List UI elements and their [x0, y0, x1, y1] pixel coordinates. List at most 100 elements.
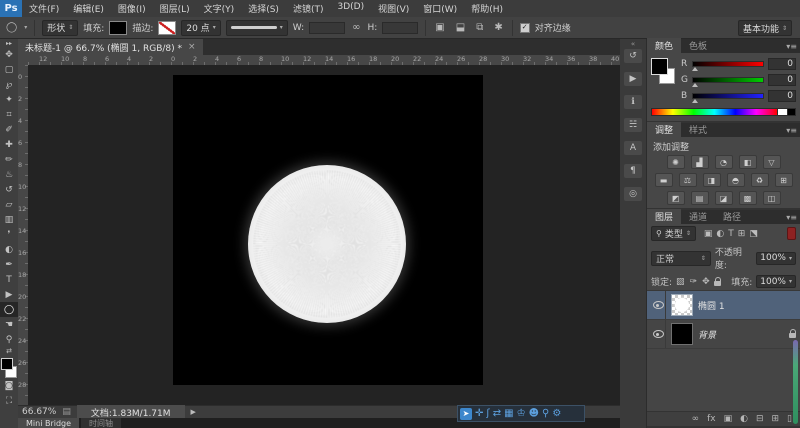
hand-tool[interactable]: ☚: [0, 317, 18, 332]
swap-colors-icon[interactable]: ⇄: [6, 347, 12, 355]
menu-item-7[interactable]: 3D(D): [330, 2, 371, 15]
expand-dock-icon[interactable]: «: [631, 40, 635, 48]
badge-icon[interactable]: ♔: [517, 408, 526, 419]
link-dimensions-icon[interactable]: ∞: [350, 22, 362, 33]
black-chip[interactable]: [788, 108, 796, 116]
menu-item-3[interactable]: 图层(L): [153, 2, 197, 15]
layer-style-icon[interactable]: fx: [707, 414, 716, 424]
filter-smart-objects-icon[interactable]: ⬔: [749, 229, 758, 239]
user-icon[interactable]: ☻: [529, 408, 539, 419]
path-operations-icon[interactable]: ▣: [433, 22, 446, 33]
tab-timeline[interactable]: 时间轴: [81, 418, 122, 428]
channel-value[interactable]: 0: [768, 58, 796, 70]
paragraph-panel-icon[interactable]: ¶: [624, 164, 642, 178]
hue-saturation-icon[interactable]: ▬: [654, 173, 673, 187]
layer-row[interactable]: 椭圆 1: [647, 291, 800, 320]
photo-filter-icon[interactable]: ◓: [726, 173, 745, 187]
menu-item-2[interactable]: 图像(I): [111, 2, 153, 15]
screen-mode-icon[interactable]: ⛶: [0, 393, 18, 408]
layer-thumbnail[interactable]: [671, 294, 693, 316]
close-icon[interactable]: ×: [188, 42, 196, 52]
path-alignment-icon[interactable]: ⬓: [454, 22, 467, 33]
history-panel-icon[interactable]: ↺: [624, 49, 642, 63]
slider-thumb[interactable]: [692, 67, 698, 71]
align-edges-checkbox[interactable]: ✓: [519, 22, 530, 33]
vibrance-icon[interactable]: ▽: [762, 155, 781, 169]
filter-kind-select[interactable]: ⚲ 类型 ⇕: [651, 226, 696, 241]
ps-logo[interactable]: Ps: [0, 0, 22, 17]
canvas[interactable]: [173, 75, 483, 385]
canvas-viewport[interactable]: [28, 65, 620, 407]
quick-selection-tool[interactable]: ✦: [0, 92, 18, 107]
link-layers-icon[interactable]: ∞: [692, 414, 700, 424]
tool-preset-arrow-icon[interactable]: ▾: [24, 24, 27, 31]
blur-tool[interactable]: ❜: [0, 227, 18, 242]
path-selection-tool[interactable]: ▶: [0, 287, 18, 302]
tab-adjustments[interactable]: 调整: [647, 122, 682, 137]
levels-icon[interactable]: ▟: [690, 155, 709, 169]
tab-paths[interactable]: 路径: [715, 209, 749, 224]
panel-menu-icon[interactable]: ▾≡: [786, 126, 797, 135]
layer-mask-icon[interactable]: ▣: [724, 414, 733, 424]
color-balance-icon[interactable]: ⚖: [678, 173, 697, 187]
history-brush-tool[interactable]: ↺: [0, 182, 18, 197]
tab-layers[interactable]: 图层: [647, 209, 682, 224]
threshold-icon[interactable]: ◪: [714, 191, 733, 205]
info-panel-icon[interactable]: ℹ: [624, 95, 642, 109]
curves-icon[interactable]: ◔: [714, 155, 733, 169]
menu-item-0[interactable]: 文件(F): [22, 2, 66, 15]
fill-input[interactable]: 100% ▾: [756, 275, 796, 288]
channel-value[interactable]: 0: [768, 90, 796, 102]
pen-tool[interactable]: ✒: [0, 257, 18, 272]
white-chip[interactable]: [778, 108, 788, 116]
channel-slider-r[interactable]: [692, 61, 764, 71]
color-spectrum-bar[interactable]: [651, 108, 778, 116]
settings-icon[interactable]: ⚙: [552, 408, 561, 419]
filter-shape-layers-icon[interactable]: ⊞: [738, 229, 746, 239]
document-tab[interactable]: 未标题-1 @ 66.7% (椭圆 1, RGB/8) * ×: [18, 39, 203, 55]
toolbar-collapse-handle[interactable]: ▸▸: [0, 39, 18, 47]
selective-color-icon[interactable]: ◫: [762, 191, 781, 205]
lock-pixels-icon[interactable]: ✑: [690, 277, 698, 287]
workspace-switcher[interactable]: 基本功能 ⇕: [737, 20, 792, 36]
quick-mask-icon[interactable]: ◙: [0, 378, 18, 393]
dodge-tool[interactable]: ◐: [0, 242, 18, 257]
filter-pixel-layers-icon[interactable]: ▣: [704, 229, 713, 239]
posterize-icon[interactable]: ▤: [690, 191, 709, 205]
move-tool[interactable]: ✥: [0, 47, 18, 62]
channel-mixer-icon[interactable]: ♻: [750, 173, 769, 187]
clone-stamp-tool[interactable]: ♨: [0, 167, 18, 182]
pen-icon[interactable]: ʃ: [486, 408, 489, 419]
eyedropper-tool[interactable]: ✐: [0, 122, 18, 137]
menu-item-4[interactable]: 文字(Y): [197, 2, 242, 15]
crop-tool[interactable]: ⌗: [0, 107, 18, 122]
slider-thumb[interactable]: [692, 99, 698, 103]
eye-icon[interactable]: [652, 330, 664, 338]
tool-preset-icon[interactable]: ◯: [4, 22, 19, 33]
width-input[interactable]: [309, 21, 346, 34]
brightness-contrast-icon[interactable]: ✺: [666, 155, 685, 169]
menu-item-9[interactable]: 窗口(W): [416, 2, 464, 15]
image-icon[interactable]: ▦: [504, 408, 513, 419]
filter-adjustment-layers-icon[interactable]: ◐: [716, 229, 724, 239]
delete-layer-icon[interactable]: ▯: [787, 414, 792, 424]
geometry-options-icon[interactable]: ✱: [492, 22, 504, 33]
channel-value[interactable]: 0: [768, 74, 796, 86]
panel-menu-icon[interactable]: ▾≡: [786, 42, 797, 51]
actions-panel-icon[interactable]: ▶: [624, 72, 642, 86]
properties-panel-icon[interactable]: ☵: [624, 118, 642, 132]
tab-color[interactable]: 颜色: [647, 38, 682, 53]
visibility-cell[interactable]: [651, 320, 666, 348]
menu-item-1[interactable]: 编辑(E): [66, 2, 111, 15]
layer-group-icon[interactable]: ⊟: [756, 414, 764, 424]
tab-channels[interactable]: 通道: [681, 209, 715, 224]
pointer-icon[interactable]: ➤: [460, 407, 472, 420]
new-layer-icon[interactable]: ⊞: [772, 414, 780, 424]
menu-item-6[interactable]: 滤镜(T): [286, 2, 331, 15]
zoom-tool[interactable]: ⚲: [0, 332, 18, 347]
type-tool[interactable]: T: [0, 272, 18, 287]
lock-all-icon[interactable]: [713, 276, 721, 286]
height-input[interactable]: [382, 21, 419, 34]
invert-icon[interactable]: ◩: [666, 191, 685, 205]
stroke-width-select[interactable]: 20 点 ▾: [181, 19, 221, 36]
